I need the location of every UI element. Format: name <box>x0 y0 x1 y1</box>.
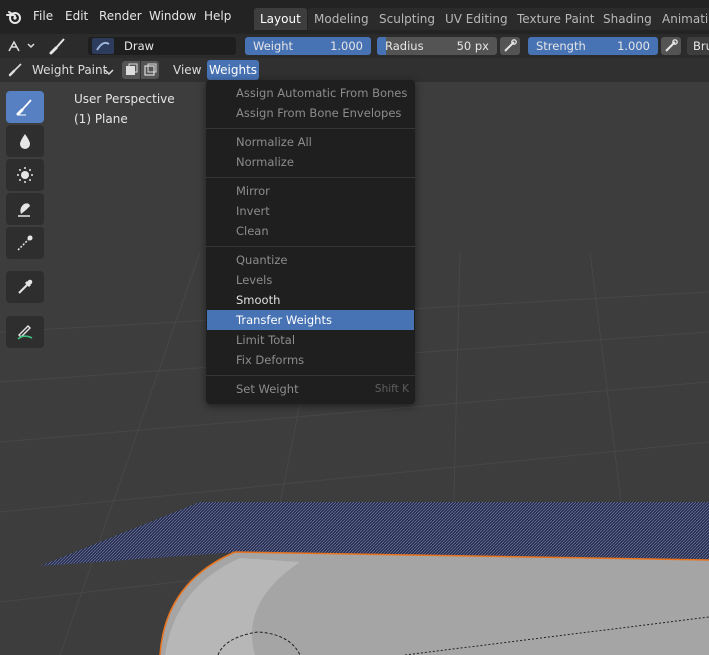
brush-falloff-dropdown[interactable] <box>6 37 36 55</box>
viewport-header: Weight Paint View Weights <box>0 58 709 82</box>
tab-shading[interactable]: Shading <box>597 8 658 30</box>
tool-sample-weight[interactable] <box>6 271 44 303</box>
menu-item-clean: Clean <box>236 224 269 238</box>
menu-item-invert: Invert <box>236 204 270 218</box>
set-weight-shortcut: Shift K <box>374 383 409 395</box>
tab-layout[interactable]: Layout <box>254 8 307 30</box>
top-menubar: File Edit Render Window Help Layout Mode… <box>0 0 709 34</box>
weights-dropdown-menu: Assign Automatic From Bones Assign From … <box>206 80 415 404</box>
tab-modeling[interactable]: Modeling <box>308 8 375 30</box>
mask-vertex-icon[interactable] <box>141 61 159 79</box>
object-label: (1) Plane <box>74 112 128 126</box>
tool-average[interactable] <box>6 159 44 191</box>
menu-separator <box>206 246 415 247</box>
tool-settings-bar: Draw Weight 1.000 Radius 50 px Strength … <box>0 34 709 58</box>
mask-face-icon[interactable] <box>122 61 140 79</box>
brush-name: Draw <box>124 39 155 53</box>
menu-window[interactable]: Window <box>149 9 196 23</box>
radius-pressure-icon[interactable] <box>500 37 520 55</box>
tool-smear[interactable] <box>6 193 44 225</box>
tab-uv-editing[interactable]: UV Editing <box>439 8 514 30</box>
menu-edit[interactable]: Edit <box>65 9 88 23</box>
weight-value: 1.000 <box>330 39 363 53</box>
menu-item-assign-automatic-from-bones: Assign Automatic From Bones <box>236 86 408 100</box>
radius-label: Radius <box>385 39 424 53</box>
menu-item-limit-total: Limit Total <box>236 333 296 347</box>
menu-item-smooth[interactable]: Smooth <box>236 290 280 310</box>
radius-value: 50 px <box>456 39 489 53</box>
menu-separator <box>206 177 415 178</box>
strength-value: 1.000 <box>617 39 650 53</box>
weight-label: Weight <box>253 39 294 53</box>
draw-brush-icon <box>16 99 32 116</box>
view-menu[interactable]: View <box>173 60 201 80</box>
tool-annotate[interactable] <box>6 316 44 348</box>
radius-field[interactable]: Radius 50 px <box>377 37 497 55</box>
menu-render[interactable]: Render <box>99 9 142 23</box>
tool-draw[interactable] <box>6 91 44 123</box>
weight-paint-mode-icon <box>8 63 24 80</box>
chevron-down-icon <box>104 66 114 80</box>
smear-finger-icon <box>18 203 30 217</box>
brush-menu[interactable]: Bru <box>687 37 709 55</box>
menu-item-set-weight: Set Weight <box>236 382 299 396</box>
tab-animation[interactable]: Animatio <box>656 8 709 30</box>
menu-item-transfer-weights[interactable]: Transfer Weights <box>236 310 332 330</box>
strength-pressure-icon[interactable] <box>661 37 681 55</box>
tool-blur[interactable] <box>6 125 44 157</box>
menu-item-fix-deforms: Fix Deforms <box>236 353 305 367</box>
menu-item-mirror: Mirror <box>236 184 270 198</box>
blender-logo-icon[interactable] <box>6 9 22 28</box>
weights-menu[interactable]: Weights <box>207 60 259 80</box>
menu-separator <box>206 128 415 129</box>
menu-item-normalize: Normalize <box>236 155 294 169</box>
gradient-line-icon <box>17 235 33 251</box>
menu-file[interactable]: File <box>33 9 53 23</box>
perspective-label: User Perspective <box>74 92 175 106</box>
strength-label: Strength <box>536 39 586 53</box>
menu-item-quantize: Quantize <box>236 253 288 267</box>
menu-help[interactable]: Help <box>204 9 231 23</box>
eyedropper-icon <box>18 279 33 294</box>
tool-gradient[interactable] <box>6 227 44 259</box>
menu-item-levels: Levels <box>236 273 273 287</box>
mode-selector[interactable]: Weight Paint <box>32 60 107 80</box>
annotate-pen-icon <box>17 325 33 340</box>
tab-texture-paint[interactable]: Texture Paint <box>511 8 601 30</box>
average-dots-icon <box>17 167 33 183</box>
strength-field[interactable]: Strength 1.000 <box>528 37 658 55</box>
brush-menu-label: Bru <box>693 39 709 53</box>
menu-item-assign-from-bone-envelopes: Assign From Bone Envelopes <box>236 106 402 120</box>
brush-selector[interactable]: Draw <box>88 37 236 55</box>
weight-field[interactable]: Weight 1.000 <box>245 37 371 55</box>
brush-tool-icon[interactable] <box>48 36 68 59</box>
menu-separator <box>206 375 415 376</box>
brush-preview-icon <box>92 38 114 54</box>
menu-item-normalize-all: Normalize All <box>236 135 312 149</box>
tab-sculpting[interactable]: Sculpting <box>373 8 442 30</box>
blur-drop-icon <box>20 134 30 149</box>
